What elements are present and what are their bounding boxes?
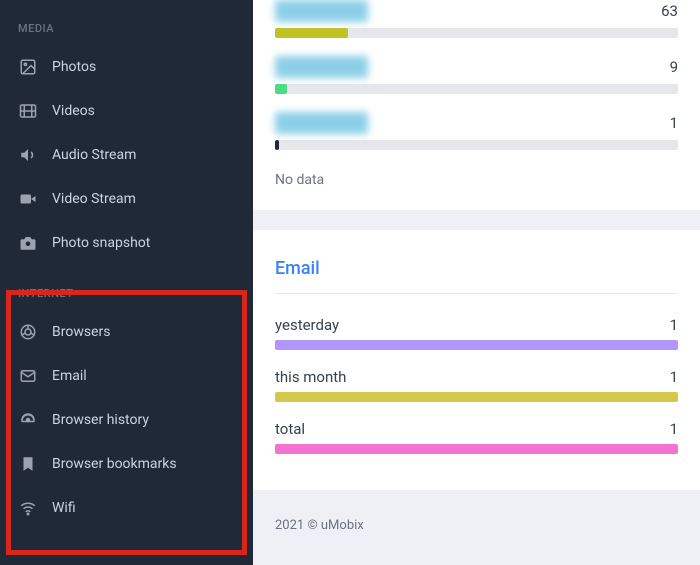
- metric-value: 1: [670, 368, 678, 386]
- progress-bar: [275, 340, 678, 350]
- metric-value: 63: [661, 2, 678, 20]
- metric-label-redacted: ████████: [275, 0, 368, 22]
- section-header-internet: INTERNET: [0, 265, 253, 310]
- progress-bar-fill: [275, 84, 287, 94]
- mail-icon: [18, 366, 38, 386]
- metric-value: 9: [670, 58, 678, 76]
- sidebar-item-label: Videos: [52, 103, 95, 119]
- photo-icon: [18, 57, 38, 77]
- sidebar-item-video-stream[interactable]: Video Stream: [0, 177, 253, 221]
- sidebar-item-label: Browser history: [52, 412, 149, 428]
- sidebar-item-photo-snapshot[interactable]: Photo snapshot: [0, 221, 253, 265]
- progress-bar: [275, 140, 678, 150]
- metric-value: 1: [670, 114, 678, 132]
- progress-bar: [275, 444, 678, 454]
- progress-bar-fill: [275, 140, 279, 150]
- sidebar-item-photos[interactable]: Photos: [0, 45, 253, 89]
- progress-bar-fill: [275, 392, 678, 402]
- metric-label-redacted: ████████: [275, 112, 368, 134]
- no-data-text: No data: [275, 168, 678, 192]
- sidebar-item-label: Browser bookmarks: [52, 456, 177, 472]
- progress-bar: [275, 84, 678, 94]
- wifi-icon: [18, 498, 38, 518]
- sidebar-item-browser-bookmarks[interactable]: Browser bookmarks: [0, 442, 253, 486]
- sidebar-item-browser-history[interactable]: Browser history: [0, 398, 253, 442]
- metric-value: 1: [670, 316, 678, 334]
- metric-label: total: [275, 420, 305, 438]
- video-camera-icon: [18, 189, 38, 209]
- sidebar-item-label: Wifi: [52, 500, 76, 516]
- progress-bar: [275, 392, 678, 402]
- sidebar-item-email[interactable]: Email: [0, 354, 253, 398]
- sidebar-item-videos[interactable]: Videos: [0, 89, 253, 133]
- sidebar-item-browsers[interactable]: Browsers: [0, 310, 253, 354]
- metric-row: this month 1: [275, 368, 678, 402]
- metric-value: 1: [670, 420, 678, 438]
- chrome-icon: [18, 322, 38, 342]
- sidebar-item-label: Photos: [52, 59, 96, 75]
- progress-bar: [275, 28, 678, 38]
- sidebar: MEDIA Photos Videos Audio Stream Video S…: [0, 0, 253, 565]
- sidebar-item-wifi[interactable]: Wifi: [0, 486, 253, 530]
- film-icon: [18, 101, 38, 121]
- bookmark-icon: [18, 454, 38, 474]
- sidebar-item-label: Video Stream: [52, 191, 136, 207]
- metric-label: yesterday: [275, 316, 339, 334]
- camera-icon: [18, 233, 38, 253]
- sidebar-item-label: Photo snapshot: [52, 235, 150, 251]
- progress-bar-fill: [275, 340, 678, 350]
- sidebar-item-label: Audio Stream: [52, 147, 136, 163]
- metric-label-redacted: ████████: [275, 56, 368, 78]
- metric-row: yesterday 1: [275, 316, 678, 350]
- metric-row: ████████ 9: [275, 56, 678, 94]
- speaker-icon: [18, 145, 38, 165]
- metric-row: ████████ 1: [275, 112, 678, 150]
- main-content: ████████ 63 ████████ 9 ████████ 1 No dat…: [253, 0, 700, 565]
- top-usage-card: ████████ 63 ████████ 9 ████████ 1 No dat…: [253, 0, 700, 210]
- section-header-media: MEDIA: [0, 0, 253, 45]
- card-title: Email: [275, 240, 678, 294]
- metric-row: ████████ 63: [275, 0, 678, 38]
- sidebar-item-label: Email: [52, 368, 87, 384]
- sidebar-item-audio-stream[interactable]: Audio Stream: [0, 133, 253, 177]
- progress-bar-fill: [275, 28, 348, 38]
- progress-bar-fill: [275, 444, 678, 454]
- ie-icon: [18, 410, 38, 430]
- email-card: Email yesterday 1 this month 1 total 1: [253, 230, 700, 490]
- metric-row: total 1: [275, 420, 678, 454]
- metric-label: this month: [275, 368, 346, 386]
- footer-copyright: 2021 © uMobix: [253, 510, 700, 541]
- sidebar-item-label: Browsers: [52, 324, 110, 340]
